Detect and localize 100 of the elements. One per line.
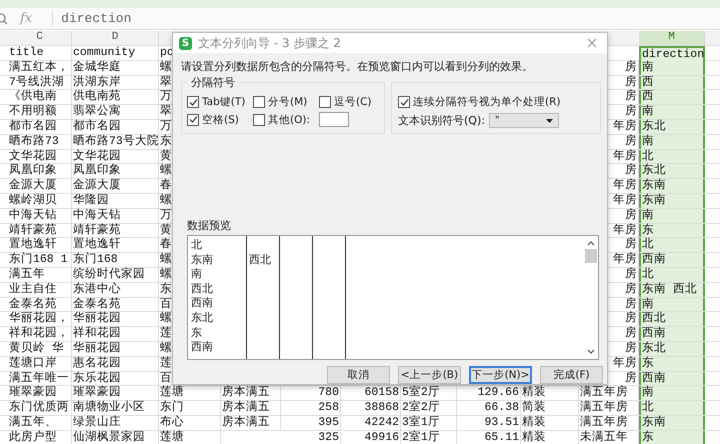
table-cell: 38868 <box>341 401 401 415</box>
preview-cell-text: 东南 <box>190 252 214 268</box>
dialog-button[interactable]: 下一步(N)> <box>469 366 532 384</box>
table-cell: 南 <box>639 298 705 312</box>
dialog-button[interactable]: <上一步(B) <box>398 366 461 384</box>
table-cell: title <box>8 46 72 61</box>
table-cell: 金泰名苑 <box>72 298 159 312</box>
table-cell: 7号线洪湖 <box>8 76 72 90</box>
checkbox-option[interactable]: 逗号(C) <box>319 95 385 109</box>
table-cell: 都市名园 <box>8 120 72 134</box>
table-cell: 祥和花园， <box>8 327 72 341</box>
table-cell: 绿景山庄 <box>72 416 159 430</box>
table-cell: 都市名园 <box>72 120 159 134</box>
table-cell: 祥和花园 <box>72 327 159 341</box>
table-cell: 49916 <box>341 430 401 444</box>
table-cell: 文华花园 <box>72 150 159 164</box>
table-cell: 北 <box>639 238 705 252</box>
table-cell: 东南 <box>639 194 705 208</box>
table-cell: 华丽花园 <box>72 312 159 326</box>
checkbox-option[interactable]: 分号(M) <box>253 95 319 109</box>
column-header[interactable]: D <box>72 31 159 45</box>
table-cell: 北 <box>639 150 705 164</box>
table-cell: 5室2厅 <box>401 386 457 400</box>
scroll-up-icon[interactable] <box>587 241 595 246</box>
table-cell: 东港中心 <box>72 282 159 297</box>
qualifier-label: 文本识别符号(Q): <box>398 113 485 128</box>
table-cell: 东门 <box>159 401 221 415</box>
table-cell: 西北 <box>639 312 705 326</box>
table-cell: 晒布路73号大院 <box>72 134 159 149</box>
table-cell: 莲塘 <box>159 430 221 444</box>
table-cell: 翡翠公寓 <box>72 105 159 119</box>
table-cell: 东乐花园 <box>72 372 159 386</box>
table-cell: 南 <box>639 134 705 149</box>
table-cell: 西南 <box>639 372 705 386</box>
table-cell: 布心 <box>159 416 221 430</box>
table-cell: 满五红本， <box>8 60 72 75</box>
dialog-button[interactable]: 完成(F) <box>540 366 603 384</box>
preview-cell-text: 北 <box>190 238 203 253</box>
app-logo: S <box>179 36 192 50</box>
table-cell: 中海天钻 <box>8 208 72 223</box>
table-cell: 3室1厅 <box>401 416 457 430</box>
table-cell: 靖轩豪苑 <box>72 224 159 238</box>
table-cell: 65.11 <box>457 430 521 444</box>
table-cell: 东 <box>639 356 705 371</box>
dialog-button[interactable]: 取消 <box>327 366 390 384</box>
table-cell: 璀翠豪园 <box>8 386 72 400</box>
table-cell: 螺岭湖贝 <box>8 194 72 208</box>
table-cell: 东 <box>639 224 705 238</box>
table-cell: 凤凰印象 <box>72 164 159 178</box>
table-cell: 北 <box>639 268 705 282</box>
table-cell: 2室1厅 <box>401 430 457 444</box>
table-cell: 395 <box>281 416 341 430</box>
table-cell: 不用明额 <box>8 105 72 119</box>
table-cell: 凤凰印象 <box>8 164 72 178</box>
search-icon[interactable] <box>0 12 8 24</box>
qualifier-dropdown[interactable]: " <box>488 113 559 128</box>
table-cell: 东北 <box>639 164 705 178</box>
table-cell: 南 <box>639 208 705 223</box>
formula-input[interactable]: direction <box>52 11 132 26</box>
check-icon <box>400 98 408 106</box>
scroll-down-icon[interactable] <box>587 349 595 354</box>
table-cell: 中海天钻 <box>72 208 159 223</box>
table-cell: 南塘物业小区 <box>72 401 159 415</box>
table-cell: 惠名花园 <box>72 356 159 371</box>
scrollbar-thumb[interactable] <box>585 249 597 263</box>
table-cell: 洪湖东岸 <box>72 76 159 90</box>
table-cell: 满五年唯一 <box>8 372 72 386</box>
table-cell: 华隆园 <box>72 194 159 208</box>
column-header[interactable]: C <box>8 31 72 45</box>
close-icon[interactable] <box>587 38 597 48</box>
preview-cell-text: 东北 <box>190 310 214 326</box>
table-cell: 晒布路73 <box>8 134 72 149</box>
table-cell: 仙湖枫景家园 <box>72 430 159 444</box>
preview-cell-text: 东 <box>190 326 203 340</box>
table-cell: 金源大厦 <box>8 179 72 193</box>
table-cell: 满五年 <box>8 268 72 282</box>
table-cell: 《供电南 <box>8 90 72 104</box>
preview-cell-text: 西北 <box>190 282 214 296</box>
table-cell: 东南 <box>639 416 705 430</box>
table-cell: 靖轩豪苑 <box>8 224 72 238</box>
column-header[interactable]: M <box>639 31 705 45</box>
table-cell: 129.66 <box>457 386 521 400</box>
checkbox-option[interactable]: 其他(O): <box>253 112 319 127</box>
other-input-field[interactable] <box>319 112 349 127</box>
table-cell: 此房户型 <box>8 430 72 444</box>
preview-cell-text: 西北 <box>248 252 271 268</box>
table-cell: 金城华庭 <box>72 60 159 75</box>
table-cell: 满五年、 <box>8 416 72 430</box>
table-cell: 42242 <box>341 416 401 430</box>
preview-cell-text: 西南 <box>190 340 214 355</box>
table-cell: 325 <box>281 430 341 444</box>
table-cell: 房本满五 <box>221 386 281 400</box>
table-cell: 金泰名苑 <box>8 298 72 312</box>
table-cell: 华丽花园， <box>8 312 72 326</box>
table-cell: 东门优质两 <box>8 401 72 415</box>
table-cell: 房本满五 <box>221 401 281 415</box>
table-cell: 供电南苑 <box>72 90 159 104</box>
table-cell: 置地逸轩 <box>72 238 159 252</box>
table-cell: 东南 西北 <box>639 282 705 297</box>
table-cell: 精装 <box>521 386 579 400</box>
